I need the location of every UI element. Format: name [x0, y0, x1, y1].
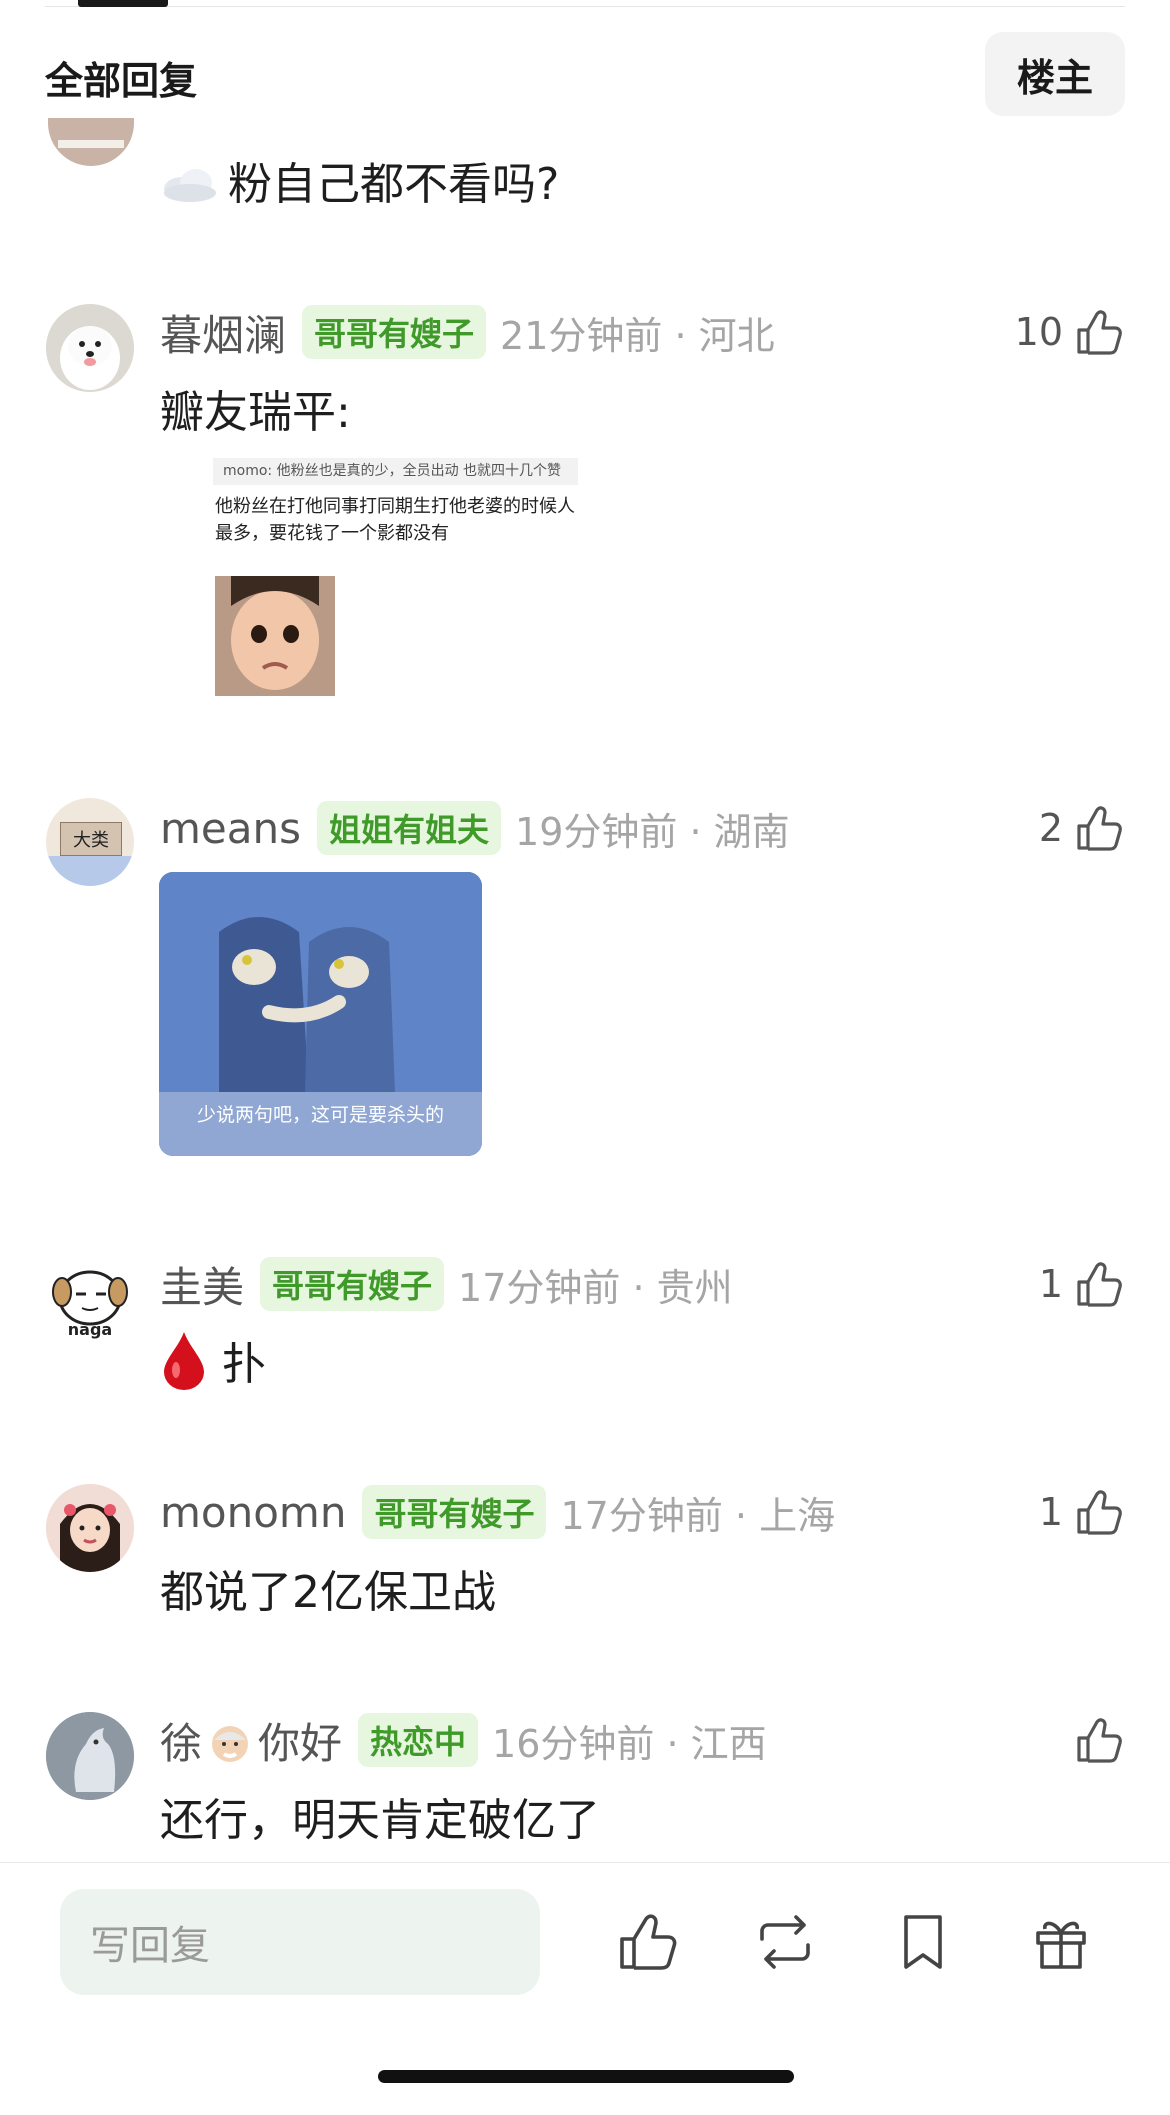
username[interactable]: 圭美 — [160, 1254, 244, 1315]
image-caption: 他粉丝在打他同事打同期生打他老婆的时候人最多，要花钱了一个影都没有 — [215, 496, 575, 544]
quoted-reply: momo: 他粉丝也是真的少，全员出动 也就四十几个赞 — [213, 458, 578, 485]
comment-text-content: 扑 — [222, 1339, 266, 1390]
old-man-emoji-icon — [212, 1725, 249, 1762]
comment-text: 还行，明天肯定破亿了 — [160, 1795, 600, 1846]
bookmark-icon[interactable] — [888, 1907, 958, 1977]
fan-badge: 哥哥有嫂子 — [362, 1485, 547, 1539]
fan-badge: 哥哥有嫂子 — [302, 305, 487, 359]
avatar[interactable] — [46, 1712, 134, 1800]
like-button[interactable] — [1063, 1710, 1125, 1770]
cloud-emoji-icon — [164, 169, 216, 202]
like-count: 1 — [1038, 1490, 1063, 1534]
avatar-text: naga — [67, 1320, 113, 1339]
timestamp-location: 19分钟前 · 湖南 — [515, 809, 790, 854]
avatar[interactable]: naga — [46, 1258, 134, 1346]
comment-text: 扑 — [160, 1328, 266, 1392]
comment-text-content: 粉自己都不看吗? — [228, 159, 560, 210]
thumbs-up-icon — [1077, 1718, 1122, 1763]
like-count: 2 — [1038, 806, 1063, 850]
image-caption: 少说两句吧，这可是要杀头的 — [196, 1104, 444, 1126]
like-count: 10 — [1014, 310, 1063, 354]
comment-text: 粉自己都不看吗? — [160, 148, 559, 212]
avatar[interactable] — [46, 304, 134, 392]
timestamp-location: 17分钟前 · 上海 — [560, 1493, 836, 1538]
tom-cats-meme-image[interactable]: 少说两句吧，这可是要杀头的 — [159, 872, 482, 1156]
thumbs-up-icon — [1077, 806, 1122, 851]
like-button[interactable]: 2 — [1039, 798, 1125, 858]
username[interactable]: 暮烟澜 — [160, 302, 286, 363]
like-icon[interactable] — [612, 1907, 682, 1977]
username[interactable]: monomn — [160, 1488, 346, 1537]
username[interactable]: 徐 你好 — [160, 1710, 342, 1771]
thumbs-up-icon — [1077, 310, 1122, 355]
avatar-text: 大类 — [60, 822, 122, 856]
like-button[interactable]: 1 — [1039, 1482, 1125, 1542]
avatar[interactable]: 大类 — [46, 798, 134, 886]
comment-text: 瓣友瑞平: — [160, 387, 351, 438]
fan-badge: 热恋中 — [358, 1713, 479, 1767]
top-divider — [45, 6, 1125, 7]
page-title: 全部回复 — [45, 59, 198, 103]
avatar[interactable] — [48, 118, 134, 166]
username[interactable]: means — [160, 804, 301, 853]
owner-filter-button[interactable]: 楼主 — [985, 32, 1125, 116]
comment-image[interactable]: momo: 他粉丝也是真的少，全员出动 也就四十几个赞 他粉丝在打他同事打同期生… — [213, 458, 578, 698]
blood-drop-icon — [164, 1332, 204, 1390]
comment-text: 都说了2亿保卫战 — [160, 1567, 496, 1618]
fan-badge: 姐姐有姐夫 — [317, 801, 502, 855]
gift-icon[interactable] — [1026, 1907, 1096, 1977]
timestamp-location: 16分钟前 · 江西 — [492, 1721, 767, 1766]
like-count: 1 — [1038, 1262, 1063, 1306]
like-button[interactable]: 1 — [1039, 1254, 1125, 1314]
crying-child-image — [215, 576, 335, 696]
thumbs-up-icon — [1077, 1262, 1122, 1307]
home-indicator — [378, 2070, 794, 2083]
repost-icon[interactable] — [750, 1907, 820, 1977]
avatar[interactable] — [46, 1484, 134, 1572]
like-button[interactable]: 10 — [1015, 302, 1125, 362]
tab-indicator — [78, 0, 168, 7]
thumbs-up-icon — [1077, 1490, 1122, 1535]
reply-input[interactable]: 写回复 — [60, 1889, 540, 1995]
fan-badge: 哥哥有嫂子 — [260, 1257, 445, 1311]
timestamp-location: 17分钟前 · 贵州 — [458, 1265, 733, 1310]
timestamp-location: 21分钟前 · 河北 — [500, 313, 775, 358]
